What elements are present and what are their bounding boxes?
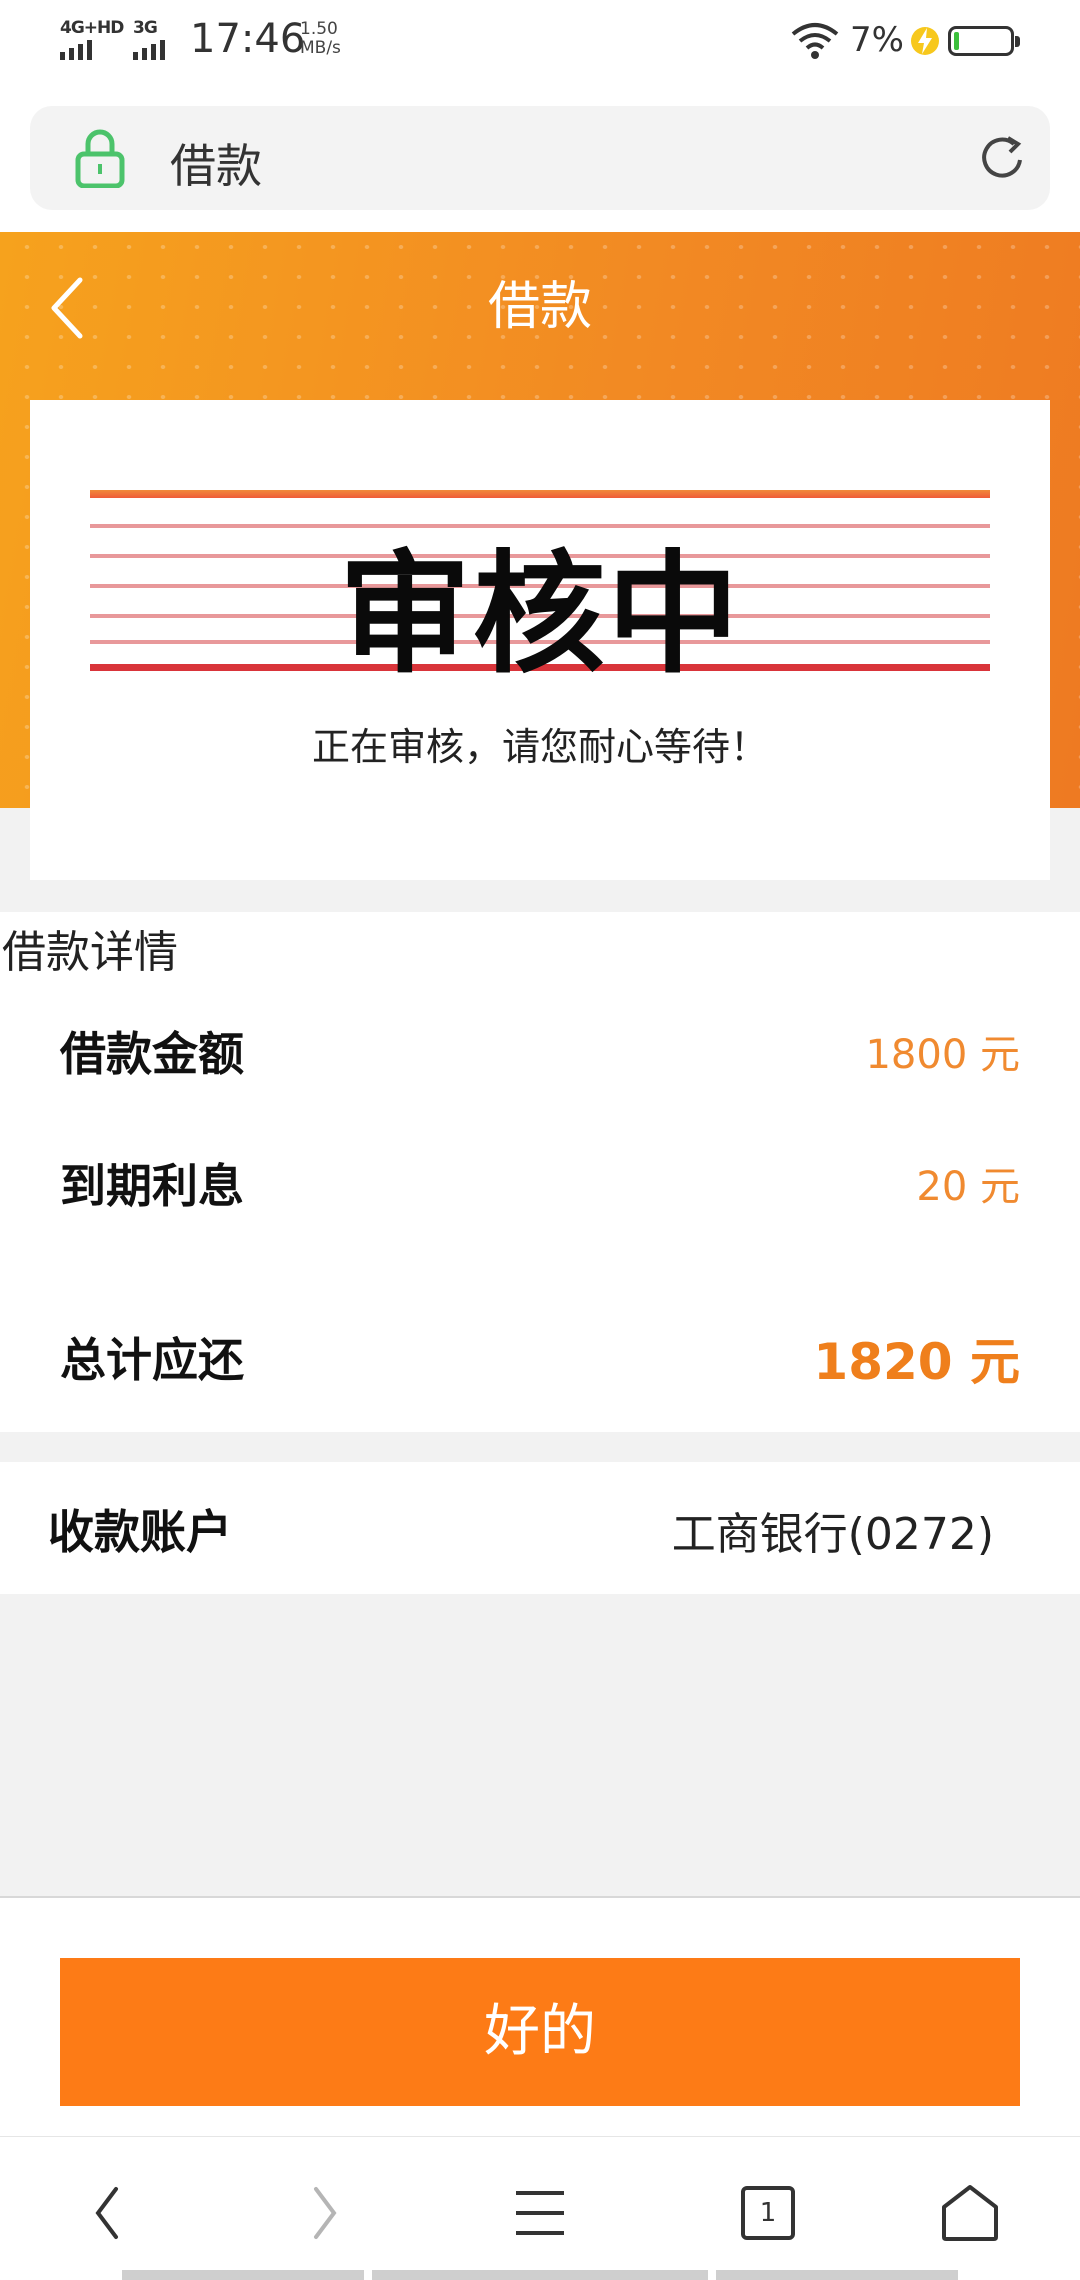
total-due-label: 总计应还 — [60, 1333, 244, 1387]
lock-icon — [75, 129, 125, 188]
review-message: 正在审核，请您耐心等待！ — [311, 725, 768, 769]
tabs-icon: 1 — [741, 2186, 795, 2240]
gesture-bar-segment — [122, 2270, 364, 2280]
network-speed-unit: MB/s — [300, 38, 341, 58]
nav-back-icon — [95, 2187, 118, 2239]
status-bar: 4G+HD 3G 17:46 1.50 MB/s 7% — [0, 0, 1080, 88]
interest-value: 20 元 — [916, 1164, 1020, 1210]
total-due-value: 1820 元 — [813, 1333, 1020, 1391]
battery-percent: 7% — [850, 20, 904, 60]
review-status-card: 审核中 正在审核，请您耐心等待！ — [30, 400, 1050, 880]
gesture-bar-segment — [716, 2270, 958, 2280]
interest-label: 到期利息 — [60, 1159, 244, 1213]
review-status-text: 审核中 — [339, 538, 741, 692]
details-section-title: 借款详情 — [2, 927, 178, 978]
nav-home-button[interactable] — [930, 2173, 1010, 2253]
page-title: 借款 — [487, 277, 592, 337]
reload-icon[interactable] — [974, 130, 1030, 186]
nav-forward-icon — [314, 2187, 337, 2239]
network-speed-value: 1.50 — [300, 19, 338, 39]
home-icon — [942, 2185, 998, 2241]
nav-back-button[interactable] — [68, 2173, 148, 2253]
network-type-2: 3G — [133, 18, 158, 38]
nav-tabs-button[interactable]: 1 — [728, 2173, 808, 2253]
section-divider — [0, 1432, 1080, 1462]
nav-forward-button[interactable] — [284, 2173, 364, 2253]
url-bar[interactable]: 借款 — [30, 106, 1050, 210]
clock: 17:46 — [190, 16, 306, 62]
empty-area — [0, 1594, 1080, 1898]
tab-count: 1 — [741, 2186, 795, 2240]
menu-icon — [516, 2191, 564, 2235]
charging-icon — [911, 27, 939, 55]
loan-amount-label: 借款金额 — [60, 1027, 244, 1081]
gesture-bar-segment — [372, 2270, 708, 2280]
loan-amount-value: 1800 元 — [865, 1032, 1020, 1078]
wifi-icon — [791, 23, 839, 59]
review-stamp: 审核中 — [90, 490, 990, 692]
battery-icon — [948, 26, 1020, 56]
receiving-account-value: 工商银行(0272) — [671, 1509, 994, 1560]
ok-button[interactable]: 好的 — [60, 1958, 1020, 2106]
url-title: 借款 — [170, 139, 262, 193]
receiving-account-label: 收款账户 — [48, 1505, 232, 1559]
browser-nav-bar: 1 — [0, 2136, 1080, 2280]
network-type-1: 4G+HD — [60, 18, 124, 38]
nav-menu-button[interactable] — [500, 2173, 580, 2253]
network-speed: 1.50 MB/s — [300, 20, 341, 58]
